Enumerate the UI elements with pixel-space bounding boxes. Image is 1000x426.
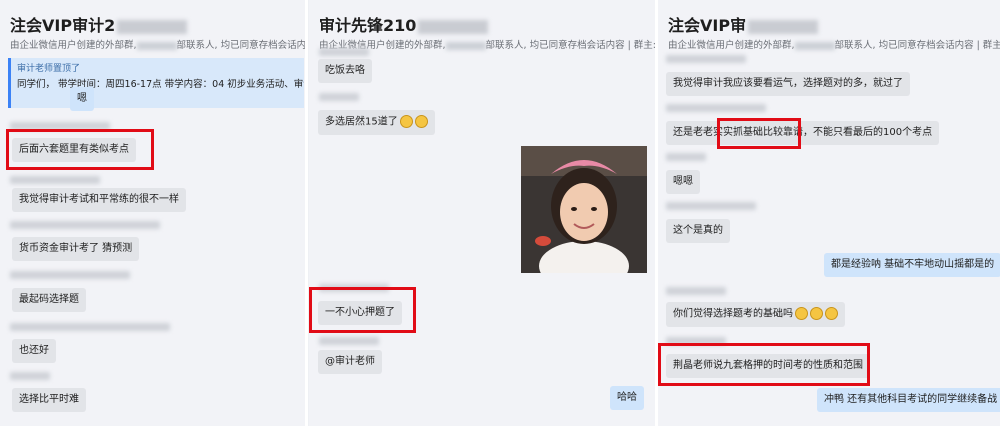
- sender-name: [666, 104, 766, 112]
- message-bubble[interactable]: 一不小心押题了: [318, 301, 402, 325]
- emoji-icon: [825, 307, 838, 320]
- message-bubble[interactable]: 多选居然15道了: [318, 110, 435, 135]
- sender-name: [10, 323, 170, 331]
- sender-name: [10, 122, 110, 130]
- message-bubble[interactable]: 我觉得审计考试和平常练的很不一样: [12, 188, 186, 212]
- chat-title: 注会VIP审计2: [10, 12, 188, 36]
- message-bubble[interactable]: 吃饭去咯: [318, 59, 372, 83]
- emoji-icon: [399, 115, 413, 128]
- redaction: [794, 41, 835, 50]
- chat-subtitle: 由企业微信用户创建的外部群, 部联系人, 均已同意存档会话内容 | 群主:: [319, 40, 655, 51]
- emoji-icon: [795, 307, 808, 320]
- message-bubble[interactable]: 哈哈: [610, 386, 644, 410]
- sender-name: [666, 55, 746, 63]
- pinned-text: 同学们， 带学时间：周四16-17点 带学内容：04 初步业务活动、审计: [17, 79, 304, 90]
- message-bubble[interactable]: 后面六套题里有类似考点: [12, 138, 136, 162]
- panel-divider: [305, 0, 308, 426]
- chat-subtitle: 由企业微信用户创建的外部群, 部联系人, 均已同意存档会话内容: [10, 40, 305, 51]
- message-bubble[interactable]: 你们觉得选择题考的基础吗: [666, 302, 845, 327]
- redaction: [136, 41, 177, 50]
- photo-message[interactable]: [521, 146, 647, 273]
- message-bubble[interactable]: 货币资金审计考了 猜预测: [12, 237, 140, 261]
- sender-name: [319, 284, 389, 292]
- sender-name: [10, 271, 130, 279]
- chat-panel-vip-audit: 注会VIP审 由企业微信用户创建的外部群, 部联系人, 均已同意存档会话内容 | …: [658, 0, 1000, 426]
- sender-name: [10, 372, 50, 380]
- child-photo-image: [521, 146, 647, 273]
- message-bubble[interactable]: 选择比平时难: [12, 388, 86, 412]
- message-bubble[interactable]: 也还好: [12, 339, 56, 363]
- message-bubble[interactable]: 荆晶老师说九套格押的时间考的性质和范围: [666, 354, 870, 378]
- chat-subtitle: 由企业微信用户创建的外部群, 部联系人, 均已同意存档会话内容 | 群主:: [668, 40, 1000, 51]
- message-bubble[interactable]: 都是经验呐 基础不牢地动山摇都是的: [824, 253, 1000, 277]
- message-bubble[interactable]: 嗯: [70, 87, 94, 111]
- emoji-icon: [810, 307, 823, 320]
- sender-name: [666, 153, 706, 161]
- sender-name: [319, 48, 369, 56]
- chat-panel-vip-audit-2: 注会VIP审计2 由企业微信用户创建的外部群, 部联系人, 均已同意存档会话内容 …: [0, 0, 305, 426]
- sender-name: [10, 221, 160, 229]
- pinned-message[interactable]: 审计老师置顶了 同学们， 带学时间：周四16-17点 带学内容：04 初步业务活…: [8, 58, 304, 108]
- message-bubble[interactable]: 冲鸭 还有其他科目考试的同学继续备战: [817, 388, 1000, 412]
- redaction: [445, 41, 486, 50]
- sender-name: [666, 287, 726, 295]
- chat-title: 注会VIP审: [668, 12, 819, 36]
- message-bubble[interactable]: 最起码选择题: [12, 288, 86, 312]
- sender-name: [10, 176, 100, 184]
- redaction: [748, 19, 819, 34]
- message-bubble[interactable]: 这个是真的: [666, 219, 730, 243]
- sender-name: [319, 93, 359, 101]
- redaction: [418, 19, 489, 34]
- message-bubble[interactable]: 嗯嗯: [666, 170, 700, 194]
- message-bubble[interactable]: 还是老老实实抓基础比较靠谱，不能只看最后的100个考点: [666, 121, 940, 145]
- sender-name: [319, 337, 379, 345]
- message-bubble[interactable]: 我觉得审计我应该要看运气，选择题对的多，就过了: [666, 72, 910, 96]
- redaction: [117, 19, 188, 34]
- chat-title: 审计先锋210: [319, 12, 489, 36]
- sender-name: [666, 202, 756, 210]
- message-bubble[interactable]: @审计老师: [318, 350, 382, 374]
- emoji-icon: [414, 115, 428, 128]
- pinned-label: 审计老师置顶了: [17, 64, 81, 74]
- sender-name: [666, 337, 726, 345]
